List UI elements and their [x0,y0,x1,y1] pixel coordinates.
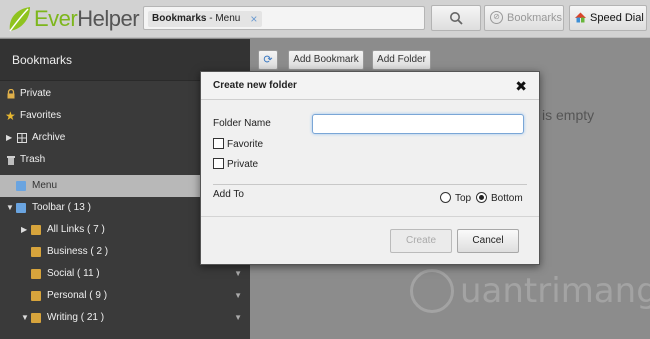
sidebar-item-label: Business ( 2 ) [47,246,109,257]
sidebar-item-label: Personal ( 9 ) [47,290,108,301]
logo-text: EverHelper [34,6,140,31]
dropdown-arrow-icon[interactable]: ▼ [234,307,242,329]
top-radio[interactable] [440,192,451,203]
add-bookmark-button[interactable]: Add Bookmark [288,50,364,70]
trash-icon [7,156,15,165]
everhelper-logo[interactable]: EverHelper [4,3,140,35]
create-button[interactable]: Create [390,229,452,253]
lock-icon [7,89,15,99]
collapse-arrow-icon[interactable]: ▼ [21,307,29,329]
search-icon [450,12,463,25]
sidebar-item-label: Writing ( 21 ) [47,312,105,323]
bookmarks-label: Bookmarks [507,12,563,24]
star-icon: ★ [5,109,16,123]
bottom-label: Bottom [491,193,523,204]
dropdown-arrow-icon[interactable]: ▼ [234,285,242,307]
folder-icon [31,247,41,257]
empty-message: is empty [542,107,595,123]
footer-divider [201,216,539,217]
refresh-button[interactable]: ⟳ [258,50,278,70]
watermark-text: uantrimang [460,271,650,311]
dialog-header: Create new folder ✖ [201,72,539,100]
create-folder-dialog: Create new folder ✖ Folder Name Favorite… [200,71,540,265]
sidebar-item-label: Social ( 11 ) [47,268,100,279]
close-icon[interactable]: × [250,11,257,27]
expand-arrow-icon[interactable]: ▶ [21,219,29,241]
sidebar-item-label: Menu [32,180,58,191]
folder-name-label: Folder Name [213,118,271,129]
folder-name-input[interactable] [312,114,524,134]
folder-icon [31,225,41,235]
favorite-label: Favorite [227,139,264,150]
folder-icon [16,181,26,191]
sidebar-item-label: Toolbar ( 13 ) [32,202,91,213]
folder-icon [31,291,41,301]
breadcrumb-root: Bookmarks [152,13,207,24]
sidebar-item-label: Favorites [20,110,62,121]
sidebar-item-writing[interactable]: ▼ Writing ( 21 ) ▼ [0,307,250,329]
sidebar-item-social[interactable]: Social ( 11 ) ▼ [0,263,250,285]
collapse-arrow-icon[interactable]: ▼ [6,197,14,219]
dialog-title: Create new folder [213,80,297,91]
address-bar[interactable]: Bookmarks - Menu × [143,6,425,30]
favorite-checkbox[interactable] [213,138,224,149]
watermark-logo-icon [410,269,454,313]
add-to-label: Add To [213,189,244,200]
bottom-radio[interactable] [476,192,487,203]
sidebar-item-label: Private [20,88,52,99]
dropdown-arrow-icon[interactable]: ▼ [234,263,242,285]
refresh-icon: ⟳ [263,54,273,66]
sidebar-item-label: Archive [32,132,66,143]
expand-arrow-icon[interactable]: ▶ [6,127,14,149]
top-bar: EverHelper Bookmarks - Menu × ⊘ Bookmark… [0,0,650,38]
private-checkbox[interactable] [213,158,224,169]
top-label: Top [455,193,472,204]
bookmarks-button[interactable]: ⊘ Bookmarks [484,5,564,31]
archive-icon [17,133,27,143]
divider [213,184,527,185]
bookmark-circle-icon: ⊘ [490,11,503,24]
breadcrumb[interactable]: Bookmarks - Menu × [148,11,263,27]
cancel-button[interactable]: Cancel [457,229,519,253]
folder-icon [31,269,41,279]
sidebar-item-label: All Links ( 7 ) [47,224,105,235]
speed-dial-icon [575,12,586,23]
speed-dial-button[interactable]: Speed Dial [569,5,647,31]
speed-dial-label: Speed Dial [590,12,644,24]
search-button[interactable] [431,5,481,31]
folder-icon [16,203,26,213]
add-folder-button[interactable]: Add Folder [372,50,431,70]
close-icon[interactable]: ✖ [515,72,527,100]
private-label: Private [227,159,259,170]
sidebar-item-personal[interactable]: Personal ( 9 ) ▼ [0,285,250,307]
leaf-icon [9,7,30,32]
folder-icon [31,313,41,323]
sidebar-item-label: Trash [20,154,46,165]
breadcrumb-current: - Menu [206,13,241,24]
